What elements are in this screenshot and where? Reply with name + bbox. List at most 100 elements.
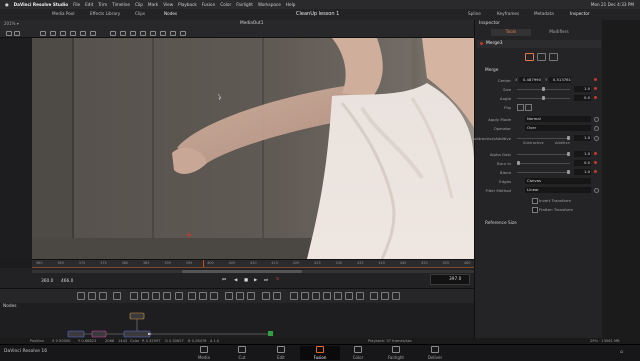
clips-button[interactable]: Clips (135, 11, 145, 16)
image-plane-icon[interactable] (345, 292, 353, 300)
channel-view-icon[interactable] (40, 31, 46, 36)
flip-vertical-icon[interactable] (525, 104, 532, 111)
crop-tool-icon[interactable] (236, 292, 244, 300)
tab-modifiers[interactable]: Modifiers (539, 29, 579, 36)
color-corrector-icon[interactable] (141, 292, 149, 300)
scroll-track[interactable] (32, 270, 474, 273)
angle-slider[interactable] (517, 96, 570, 100)
center-x-field[interactable]: 0.487990 (519, 77, 541, 83)
guides-icon[interactable] (90, 31, 96, 36)
resize-tool-icon[interactable] (247, 292, 255, 300)
paint-tool-icon[interactable] (150, 31, 156, 36)
merge-tool-icon[interactable] (113, 292, 121, 300)
menu-playback[interactable]: Playback (178, 2, 197, 7)
spotlight-icon[interactable] (356, 292, 364, 300)
metadata-button[interactable]: Metadata (534, 11, 554, 16)
reference-size-group[interactable]: Reference Size (477, 220, 601, 228)
menu-color[interactable]: Color (220, 2, 231, 7)
menu-help[interactable]: Help (286, 2, 296, 7)
camera3d-icon[interactable] (323, 292, 331, 300)
tab-tools[interactable]: Tools (491, 29, 531, 36)
apple-icon[interactable]: ● (5, 2, 9, 7)
burn-in-field[interactable]: 0.0 (574, 160, 591, 166)
alpha-gain-slider[interactable] (517, 152, 570, 156)
eraser-tool-icon[interactable] (180, 31, 186, 36)
node-enable-icon[interactable] (480, 42, 483, 45)
filter-keyframe-icon[interactable] (594, 188, 599, 193)
menu-file[interactable]: File (73, 2, 80, 7)
select-tool-icon[interactable] (6, 31, 12, 36)
rectangle-mask-icon[interactable] (175, 292, 183, 300)
play-reverse-icon[interactable]: ◀ (234, 278, 237, 283)
menu-fairlight[interactable]: Fairlight (236, 2, 253, 7)
edges-dropdown[interactable]: Canvas (525, 177, 591, 184)
global-start-time[interactable]: 360.0 (41, 279, 53, 284)
render3d-icon[interactable] (334, 292, 342, 300)
viewer-image[interactable] (32, 38, 474, 259)
center-y-field[interactable]: 0.513761 (549, 77, 571, 83)
go-to-start-icon[interactable]: ⏮ (222, 278, 226, 283)
subadd-knob[interactable] (567, 136, 570, 140)
angle-keyframe-icon[interactable] (594, 96, 597, 99)
common-settings-icon[interactable] (549, 53, 558, 61)
menu-view[interactable]: View (163, 2, 173, 7)
viewer-zoom-select[interactable]: 201% ▾ (4, 21, 19, 26)
flip-horizontal-icon[interactable] (517, 104, 524, 111)
alpha-gain-knob[interactable] (567, 152, 570, 156)
play-icon[interactable]: ▶ (254, 278, 257, 283)
page-color[interactable]: Color (338, 346, 378, 360)
blur-tool-icon[interactable] (130, 292, 138, 300)
point-tool-icon[interactable] (140, 31, 146, 36)
loop-icon[interactable]: ↻ (276, 277, 280, 282)
blend-field[interactable]: 1.0 (574, 169, 591, 175)
menu-timeline[interactable]: Timeline (112, 2, 130, 7)
merge-settings-icon[interactable] (525, 53, 534, 61)
channels-icon[interactable] (537, 53, 546, 61)
app-name-menu[interactable]: DaVinci Resolve Studio (14, 2, 68, 7)
clone-tool-icon[interactable] (160, 31, 166, 36)
operator-keyframe-icon[interactable] (594, 126, 599, 131)
apply-mode-keyframe-icon[interactable] (594, 117, 599, 122)
go-to-end-icon[interactable]: ⏭ (264, 278, 268, 283)
menu-edit[interactable]: Edit (85, 2, 93, 7)
current-frame-field[interactable]: 397.0 (430, 274, 470, 285)
burn-in-slider[interactable] (517, 161, 570, 165)
spline-button[interactable]: Spline (468, 11, 481, 16)
invert-transform-checkbox[interactable] (532, 197, 538, 204)
dod-icon[interactable] (70, 31, 76, 36)
bspline-mask-icon[interactable] (210, 292, 218, 300)
alpha-gain-keyframe-icon[interactable] (594, 152, 597, 155)
particle-emitter-icon[interactable] (262, 292, 270, 300)
paint-node-icon[interactable] (88, 292, 96, 300)
bezier-tool-icon[interactable] (130, 31, 136, 36)
inspector-node-header[interactable]: Merge3 (477, 40, 601, 48)
menu-fusion[interactable]: Fusion (202, 2, 215, 7)
page-fusion[interactable]: Fusion (300, 346, 340, 360)
page-edit[interactable]: Edit (261, 346, 301, 360)
text3d-icon[interactable] (301, 292, 309, 300)
nodes-button[interactable]: Nodes (164, 11, 177, 16)
merge3d-icon[interactable] (312, 292, 320, 300)
operator-dropdown[interactable]: Over (525, 124, 591, 131)
filter-method-dropdown[interactable]: Linear (525, 186, 591, 193)
ellipse-mask-icon[interactable] (188, 292, 196, 300)
menu-workspace[interactable]: Workspace (258, 2, 281, 7)
checker-icon[interactable] (80, 31, 86, 36)
flatten-transform-checkbox[interactable] (532, 206, 538, 213)
apply-mode-dropdown[interactable]: Normal (525, 115, 591, 122)
burn-in-knob[interactable] (517, 161, 520, 165)
merge-group-header[interactable]: Merge (477, 67, 601, 75)
blend-slider[interactable] (517, 170, 570, 174)
particle-render-icon[interactable] (273, 292, 281, 300)
menu-trim[interactable]: Trim (98, 2, 107, 7)
bspline-tool-icon[interactable] (120, 31, 126, 36)
polygon-mask-icon[interactable] (199, 292, 207, 300)
home-icon[interactable]: ⌂ (620, 349, 623, 355)
page-cut[interactable]: Cut (222, 346, 262, 360)
stroke-tool-icon[interactable] (170, 31, 176, 36)
center-keyframe-icon[interactable] (594, 78, 597, 81)
stop-icon[interactable]: ■ (244, 278, 248, 283)
angle-knob[interactable] (542, 96, 545, 100)
keyframes-button[interactable]: Keyframes (497, 11, 519, 16)
roi-icon[interactable] (60, 31, 66, 36)
